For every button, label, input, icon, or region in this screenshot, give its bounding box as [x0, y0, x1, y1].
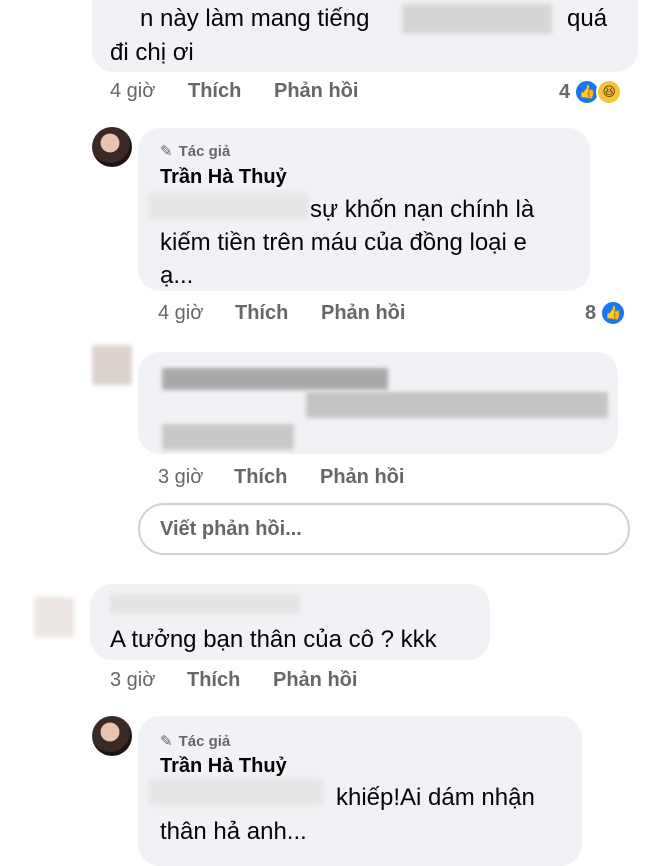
- comment-actions: 4 giờ Thích Phản hồi: [0, 302, 650, 330]
- reply-button[interactable]: Phản hồi: [274, 80, 358, 103]
- comment-text: thân hả anh...: [160, 818, 307, 845]
- comment-actions: 3 giờ Thích Phản hồi: [0, 669, 650, 697]
- comment-text: khiếp!Ai dám nhận: [336, 784, 535, 811]
- author-name[interactable]: Trần Hà Thuỷ: [160, 755, 287, 778]
- pencil-icon: ✎: [160, 733, 173, 750]
- comment-text: đi chị ơi: [110, 39, 194, 66]
- redacted-text: [306, 392, 608, 418]
- redacted-name: [110, 594, 300, 614]
- comment-bubble: [138, 352, 618, 454]
- avatar[interactable]: [92, 127, 132, 167]
- reaction-summary[interactable]: 4 👍 😆: [559, 79, 623, 105]
- author-badge-label: Tác giả: [178, 732, 231, 750]
- like-button[interactable]: Thích: [187, 669, 240, 692]
- reaction-summary[interactable]: 8 👍: [585, 300, 627, 326]
- reply-button[interactable]: Phản hồi: [320, 466, 404, 489]
- author-name[interactable]: Trần Hà Thuỷ: [160, 166, 287, 189]
- comment-time: 3 giờ: [158, 466, 204, 488]
- redacted-text: [162, 424, 294, 450]
- comment-time: 4 giờ: [110, 80, 156, 102]
- haha-reaction-icon: 😆: [596, 79, 623, 105]
- author-badge: ✎ Tác giả: [160, 142, 231, 161]
- comment-actions: 3 giờ Thích Phản hồi: [0, 466, 650, 494]
- redacted-name: [162, 368, 388, 390]
- author-badge: ✎ Tác giả: [160, 732, 231, 751]
- like-reaction-icon: 👍: [600, 300, 627, 326]
- comment-text: sự khốn nạn chính là: [310, 196, 535, 223]
- like-button[interactable]: Thích: [234, 466, 287, 489]
- avatar[interactable]: [92, 716, 132, 756]
- avatar-redacted: [92, 345, 132, 385]
- like-button[interactable]: Thích: [235, 302, 288, 325]
- redacted-text: [148, 778, 324, 806]
- reply-input[interactable]: Viết phản hồi...: [138, 503, 630, 555]
- reply-placeholder: Viết phản hồi...: [160, 517, 302, 540]
- comment-time: 3 giờ: [110, 669, 156, 691]
- like-button[interactable]: Thích: [188, 80, 241, 103]
- reply-button[interactable]: Phản hồi: [273, 669, 357, 692]
- redacted-text: [148, 192, 308, 220]
- reply-button[interactable]: Phản hồi: [321, 302, 405, 325]
- comment-text: A tưởng bạn thân của cô ? kkk: [110, 626, 437, 653]
- pencil-icon: ✎: [160, 143, 173, 160]
- comment-actions: 4 giờ Thích Phản hồi: [0, 80, 650, 108]
- reaction-count: 8: [585, 301, 597, 324]
- redacted-text: [402, 4, 552, 34]
- comment-text: quá: [567, 5, 608, 32]
- comment-text: kiếm tiền trên máu của đồng loại e: [160, 229, 527, 256]
- avatar-redacted: [34, 597, 74, 637]
- reaction-count: 4: [559, 80, 571, 103]
- author-badge-label: Tác giả: [178, 142, 231, 160]
- comment-time: 4 giờ: [158, 302, 204, 324]
- comment-text: ạ...: [160, 262, 194, 289]
- comment-text: n này làm mang tiếng: [140, 5, 370, 32]
